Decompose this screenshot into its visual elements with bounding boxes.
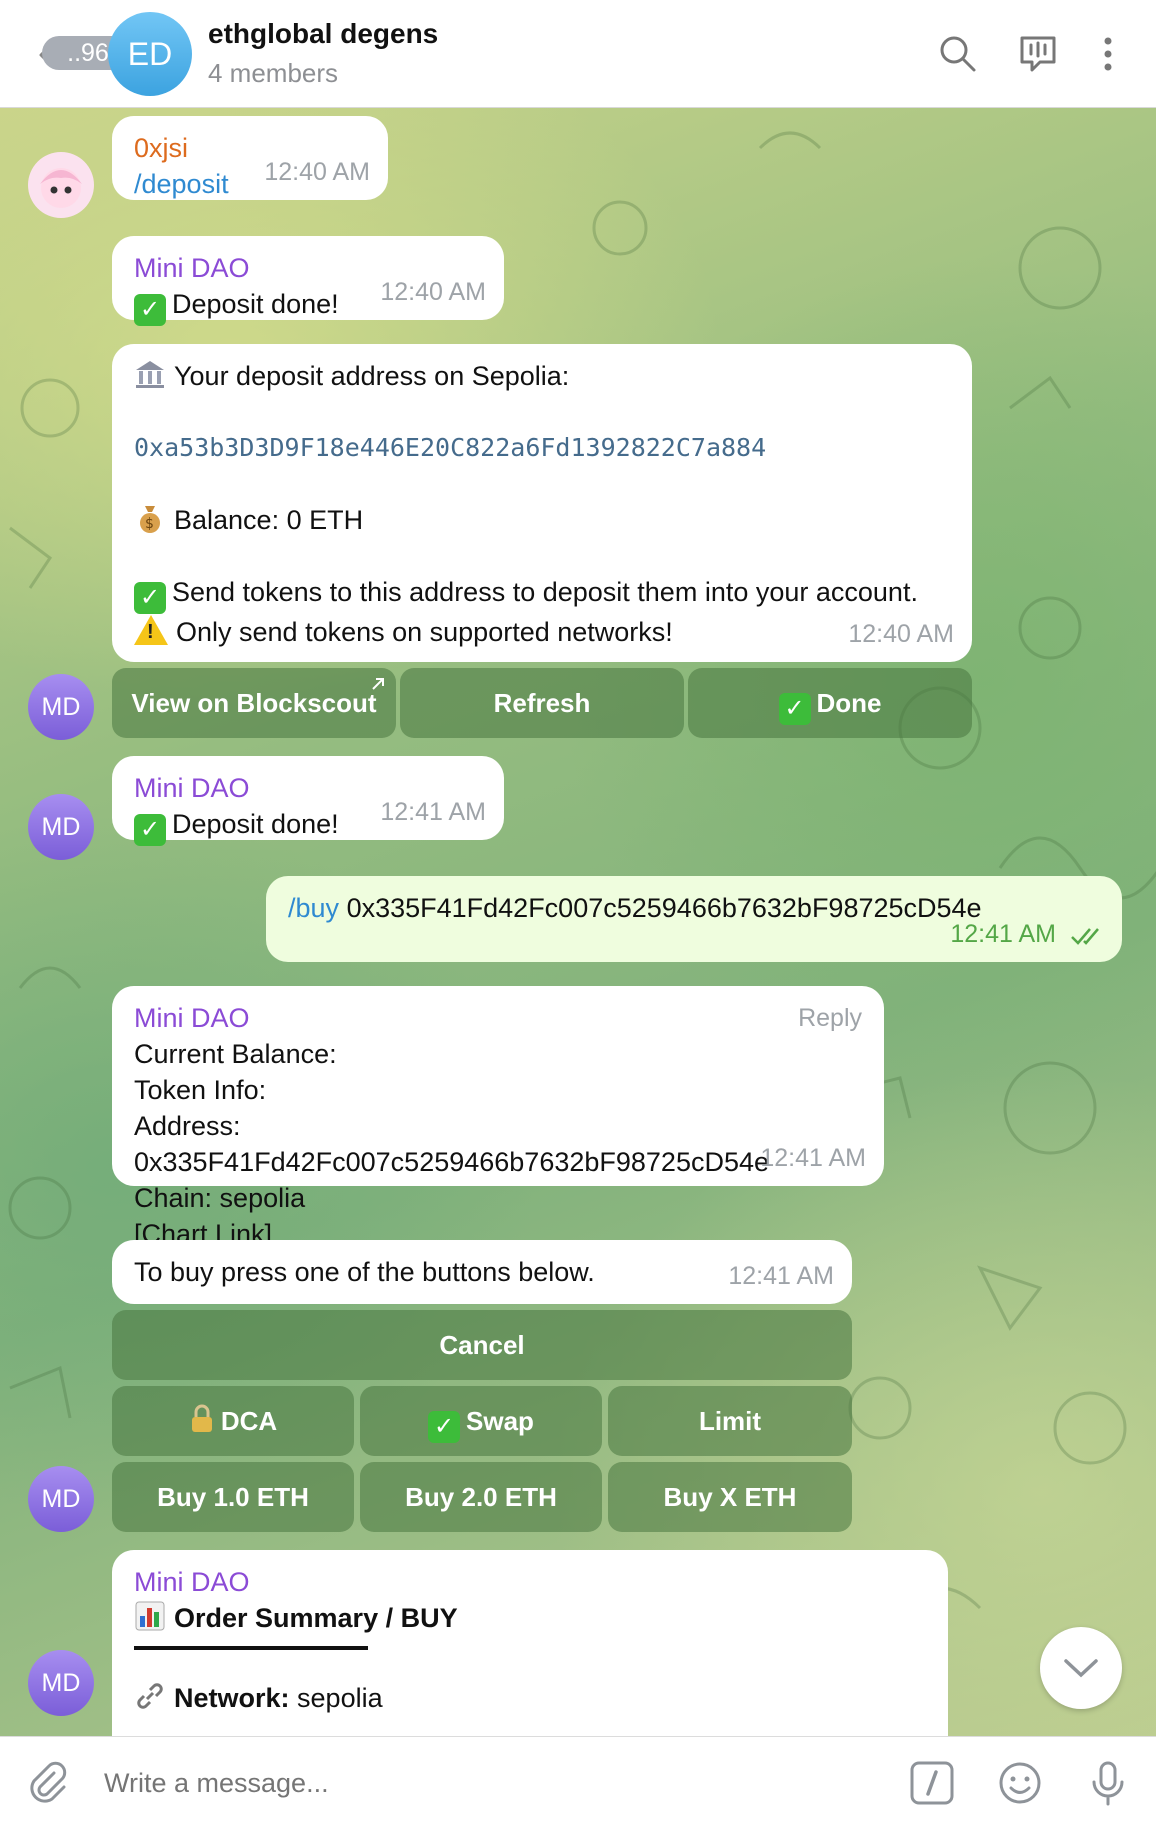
message-composer — [0, 1736, 1156, 1828]
external-link-icon — [372, 678, 384, 690]
check-icon: ✓ — [428, 1411, 461, 1443]
button-label: Done — [816, 688, 882, 718]
message-bubble[interactable]: Mini DAO ✓ Deposit done! 12:40 AM — [112, 236, 504, 326]
message-time: 12:41 AM — [760, 1144, 866, 1172]
dca-button[interactable]: DCA — [112, 1386, 354, 1456]
message-text: Deposit done! — [172, 289, 339, 319]
message-line: Current Balance: — [134, 1039, 337, 1069]
message-bubble[interactable]: To buy press one of the buttons below. 1… — [112, 1240, 852, 1304]
check-icon: ✓ — [134, 582, 166, 614]
cancel-button[interactable]: Cancel — [112, 1310, 852, 1380]
button-label: Buy 1.0 ETH — [157, 1482, 309, 1512]
check-icon: ✓ — [778, 693, 811, 725]
check-icon: ✓ — [134, 814, 166, 846]
emoji-icon[interactable] — [996, 1759, 1044, 1807]
search-icon[interactable] — [936, 32, 980, 76]
chat-title[interactable]: ethglobal degens — [208, 18, 438, 50]
buy-2-eth-button[interactable]: Buy 2.0 ETH — [360, 1462, 602, 1532]
lock-icon — [191, 1404, 212, 1432]
warning-text: Only send tokens on supported networks! — [176, 617, 673, 647]
message-bubble[interactable]: Mini DAO ✓ Deposit done! 12:41 AM — [112, 756, 504, 846]
chat-avatar[interactable]: ED — [108, 12, 192, 96]
bot-avatar[interactable]: MD — [28, 794, 94, 860]
link-icon — [137, 1683, 163, 1709]
send-instructions: Send tokens to this address to deposit t… — [172, 577, 918, 607]
sender-name[interactable]: Mini DAO — [134, 1000, 862, 1036]
buy-1-eth-button[interactable]: Buy 1.0 ETH — [112, 1462, 354, 1532]
user-avatar[interactable] — [28, 152, 94, 218]
view-on-blockscout-button[interactable]: View on Blockscout — [112, 668, 396, 738]
message-time: 12:40 AM — [264, 158, 370, 186]
bot-avatar[interactable]: MD — [28, 1466, 94, 1532]
warning-icon: ! — [134, 615, 168, 645]
limit-button[interactable]: Limit — [608, 1386, 852, 1456]
button-label: Buy X ETH — [663, 1482, 797, 1512]
chat-area[interactable]: 0xjsi /deposit 12:40 AM Mini DAO ✓ Deposi… — [0, 108, 1156, 1736]
chat-header: ..96 ED ethglobal degens 4 members — [0, 0, 1156, 108]
button-label: View on Blockscout — [131, 688, 377, 718]
anime-avatar-image — [40, 168, 82, 208]
message-text: To buy press one of the buttons below. — [134, 1257, 595, 1287]
balance-text: Balance: 0 ETH — [174, 505, 364, 535]
member-count: 4 members — [208, 58, 339, 88]
network-value: sepolia — [297, 1683, 383, 1713]
message-bubble[interactable]: Your deposit address on Sepolia: 0xa53b3… — [112, 344, 972, 662]
command-link[interactable]: /buy — [288, 893, 339, 923]
bot-avatar[interactable]: MD — [28, 674, 94, 740]
message-time: 12:40 AM — [380, 278, 486, 306]
sender-name[interactable]: Mini DAO — [134, 1564, 926, 1600]
scroll-down-button[interactable] — [1040, 1627, 1122, 1709]
done-button[interactable]: ✓ Done — [688, 668, 972, 738]
button-label: Cancel — [439, 1330, 525, 1360]
attach-icon[interactable] — [24, 1759, 72, 1807]
message-line: Token Info: — [134, 1075, 267, 1105]
reply-button[interactable]: Reply — [798, 1000, 862, 1036]
swap-button[interactable]: ✓ Swap — [360, 1386, 602, 1456]
chevron-down-icon — [1064, 1659, 1098, 1678]
message-bubble[interactable]: Mini DAO Order Summary / BUY Network: se… — [112, 1550, 948, 1736]
button-label: Limit — [698, 1406, 762, 1436]
refresh-button[interactable]: Refresh — [400, 668, 684, 738]
button-label: DCA — [220, 1406, 278, 1436]
message-line: Address: 0x335F41Fd42Fc007c5259466b7632b… — [134, 1111, 770, 1177]
button-label: Buy 2.0 ETH — [405, 1482, 557, 1512]
message-bubble[interactable]: 0xjsi /deposit 12:40 AM — [112, 116, 388, 200]
message-time: 12:40 AM — [848, 620, 954, 648]
bot-commands-icon[interactable] — [908, 1759, 956, 1807]
button-label: Swap — [466, 1406, 534, 1436]
button-label: Refresh — [493, 688, 591, 718]
message-input[interactable] — [104, 1761, 864, 1805]
outgoing-message-bubble[interactable]: /buy 0x335F41Fd42Fc007c5259466b7632bF987… — [266, 876, 1122, 962]
live-chat-icon[interactable] — [1016, 32, 1060, 76]
message-time: 12:41 AM — [380, 798, 486, 826]
order-summary-title: Order Summary / BUY — [174, 1603, 458, 1633]
message-bubble[interactable]: Mini DAO Reply Current Balance: Token In… — [112, 986, 884, 1249]
back-button[interactable]: ..96 — [30, 22, 134, 82]
money-bag-icon: $ — [140, 506, 160, 533]
message-text: 0x335F41Fd42Fc007c5259466b7632bF98725cD5… — [346, 893, 982, 923]
network-label: Network: — [174, 1683, 290, 1713]
bank-icon — [136, 361, 164, 388]
message-time: 12:41 AM — [950, 920, 1056, 948]
message-time: 12:41 AM — [728, 1262, 834, 1290]
message-text: Deposit done! — [172, 809, 339, 839]
microphone-icon[interactable] — [1084, 1759, 1132, 1807]
deposit-address-label: Your deposit address on Sepolia: — [174, 361, 570, 391]
svg-text:$: $ — [145, 516, 154, 532]
check-icon: ✓ — [134, 294, 166, 326]
bar-chart-icon — [135, 1601, 165, 1631]
buy-x-eth-button[interactable]: Buy X ETH — [608, 1462, 852, 1532]
double-check-icon — [1071, 928, 1099, 945]
more-menu-icon[interactable] — [1086, 32, 1130, 76]
bot-avatar[interactable]: MD — [28, 1650, 94, 1716]
deposit-address[interactable]: 0xa53b3D3D9F18e446E20C822a6Fd1392822C7a8… — [134, 430, 950, 466]
message-line: Chain: sepolia — [134, 1183, 306, 1213]
